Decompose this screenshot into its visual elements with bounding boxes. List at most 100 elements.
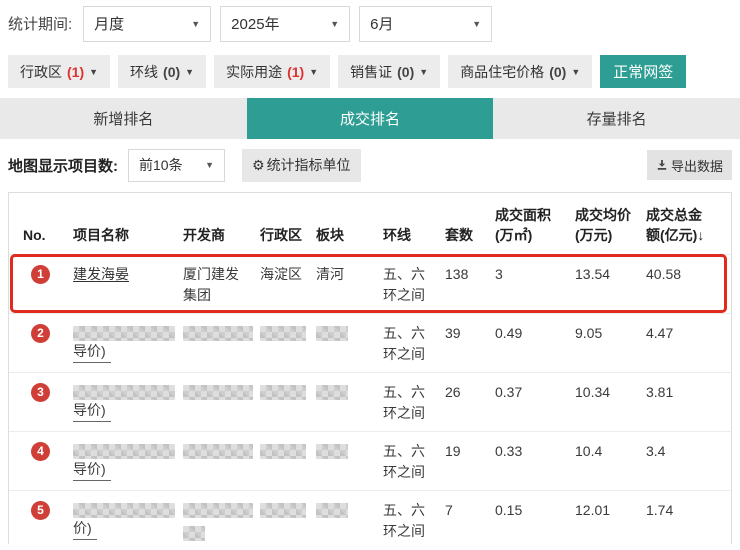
period-label: 统计期间: xyxy=(8,13,72,34)
rank-badge: 4 xyxy=(31,442,50,461)
table-row-5: 5 价) 五、六环之间 7 0.15 12.01 1.74 xyxy=(9,490,731,544)
redacted-block xyxy=(316,444,348,459)
table-row-3: 3 导价) 五、六环之间 26 0.37 10.34 3.81 xyxy=(9,372,731,431)
period-year-value: 2025年 xyxy=(231,13,279,34)
caret-down-icon: ▼ xyxy=(185,67,194,77)
rank-badge: 5 xyxy=(31,501,50,520)
rank-badge: 3 xyxy=(31,383,50,402)
redacted-developer xyxy=(183,385,253,400)
total-amount-cell: 40.58 xyxy=(646,264,731,285)
block-cell: 清河 xyxy=(316,264,383,285)
filter-sales-permit-button[interactable]: 销售证 (0) ▼ xyxy=(338,55,440,88)
total-amount-cell: 4.47 xyxy=(646,323,731,344)
filter-housing-price-button[interactable]: 商品住宅价格(0) ▼ xyxy=(448,55,592,88)
header-area: 成交面积 (万㎡) xyxy=(495,205,575,245)
period-frequency-select[interactable]: 月度 ▼ xyxy=(83,6,211,42)
header-project-name: 项目名称 xyxy=(73,225,183,245)
ranking-table: No. 项目名称 开发商 行政区 板块 环线 套数 成交面积 (万㎡) 成交均价… xyxy=(8,192,732,544)
total-amount-cell: 1.74 xyxy=(646,500,731,521)
district-cell: 海淀区 xyxy=(260,264,316,285)
avg-price-cell: 10.34 xyxy=(575,382,646,403)
project-name-link[interactable]: 导价) xyxy=(73,459,111,481)
redacted-developer xyxy=(183,503,253,518)
caret-down-icon: ▼ xyxy=(472,19,481,29)
area-cell: 3 xyxy=(495,264,575,285)
avg-price-cell: 9.05 xyxy=(575,323,646,344)
tab-inventory-ranking[interactable]: 存量排名 xyxy=(493,98,740,139)
ring-cell: 五、六环之间 xyxy=(383,441,445,483)
stat-indicator-unit-button[interactable]: ⚙ 统计指标单位 xyxy=(242,149,361,182)
avg-price-cell: 12.01 xyxy=(575,500,646,521)
caret-down-icon: ▼ xyxy=(571,67,580,77)
table-row-4: 4 导价) 五、六环之间 19 0.33 10.4 3.4 xyxy=(9,431,731,490)
header-no: No. xyxy=(23,225,73,245)
area-cell: 0.15 xyxy=(495,500,575,521)
project-name-link[interactable]: 建发海晏 xyxy=(73,266,129,282)
caret-down-icon: ▼ xyxy=(419,67,428,77)
units-cell: 39 xyxy=(445,323,495,344)
caret-down-icon: ▼ xyxy=(205,160,214,170)
rank-badge: 1 xyxy=(31,265,50,284)
units-cell: 26 xyxy=(445,382,495,403)
total-amount-cell: 3.81 xyxy=(646,382,731,403)
table-header-row: No. 项目名称 开发商 行政区 板块 环线 套数 成交面积 (万㎡) 成交均价… xyxy=(9,193,731,254)
project-name-cell: 导价) xyxy=(73,382,183,422)
caret-down-icon: ▼ xyxy=(330,19,339,29)
ring-cell: 五、六环之间 xyxy=(383,323,445,365)
gear-icon: ⚙ xyxy=(252,157,265,174)
area-cell: 0.33 xyxy=(495,441,575,462)
table-row-2: 2 导价) 五、六环之间 39 0.49 9.05 4.47 xyxy=(9,313,731,372)
total-amount-cell: 3.4 xyxy=(646,441,731,462)
redacted-project-name xyxy=(73,385,175,400)
project-name-link[interactable]: 导价) xyxy=(73,341,111,363)
map-display-count-label: 地图显示项目数: xyxy=(8,155,118,176)
download-icon xyxy=(656,159,668,171)
filter-district-button[interactable]: 行政区(1) ▼ xyxy=(8,55,110,88)
export-data-label: 导出数据 xyxy=(671,156,723,175)
filter-count: (1) xyxy=(287,64,304,80)
redacted-project-name xyxy=(73,444,175,459)
tab-transaction-ranking[interactable]: 成交排名 xyxy=(247,98,494,139)
project-name-link[interactable]: 导价) xyxy=(73,400,111,422)
period-year-select[interactable]: 2025年 ▼ xyxy=(220,6,350,42)
ranking-tabs: 新增排名 成交排名 存量排名 xyxy=(0,98,740,139)
area-cell: 0.49 xyxy=(495,323,575,344)
export-data-button[interactable]: 导出数据 xyxy=(647,150,732,180)
header-total-amount[interactable]: 成交总金 额(亿元)↓ xyxy=(646,205,731,245)
redacted-district xyxy=(260,385,306,400)
tab-new-ranking[interactable]: 新增排名 xyxy=(0,98,247,139)
filter-count: (1) xyxy=(67,64,84,80)
filter-count: (0) xyxy=(549,64,566,80)
filter-count: (0) xyxy=(397,64,414,80)
header-ring: 环线 xyxy=(383,225,445,245)
project-name-cell: 价) xyxy=(73,500,183,540)
filter-ring-button[interactable]: 环线(0) ▼ xyxy=(118,55,206,88)
project-name-cell: 导价) xyxy=(73,323,183,363)
normal-netsign-button[interactable]: 正常网签 xyxy=(600,55,686,88)
developer-cell xyxy=(183,500,260,541)
project-name-cell: 导价) xyxy=(73,441,183,481)
caret-down-icon: ▼ xyxy=(309,67,318,77)
redacted-developer xyxy=(183,444,253,459)
avg-price-cell: 13.54 xyxy=(575,264,646,285)
redacted-block xyxy=(316,326,348,341)
filter-row: 行政区(1) ▼ 环线(0) ▼ 实际用途 (1) ▼ 销售证 (0) ▼ 商品住宅… xyxy=(8,55,732,88)
period-row: 统计期间: 月度 ▼ 2025年 ▼ 6月 ▼ xyxy=(0,0,740,44)
filter-label: 销售证 xyxy=(350,62,392,82)
period-frequency-value: 月度 xyxy=(94,13,124,34)
filter-label: 实际用途 xyxy=(226,62,282,82)
units-cell: 19 xyxy=(445,441,495,462)
project-name-link[interactable]: 价) xyxy=(73,518,97,540)
table-row-1: 1 建发海晏 厦门建发集团 海淀区 清河 五、六环之间 138 3 13.54 … xyxy=(9,254,731,313)
filter-usage-button[interactable]: 实际用途 (1) ▼ xyxy=(214,55,330,88)
redacted-district xyxy=(260,444,306,459)
redacted-developer xyxy=(183,526,205,541)
header-units: 套数 xyxy=(445,225,495,245)
period-month-select[interactable]: 6月 ▼ xyxy=(359,6,492,42)
ring-cell: 五、六环之间 xyxy=(383,382,445,424)
units-cell: 7 xyxy=(445,500,495,521)
top-n-select[interactable]: 前10条 ▼ xyxy=(128,149,225,182)
redacted-developer xyxy=(183,326,253,341)
redacted-project-name xyxy=(73,503,175,518)
header-block: 板块 xyxy=(316,225,383,245)
